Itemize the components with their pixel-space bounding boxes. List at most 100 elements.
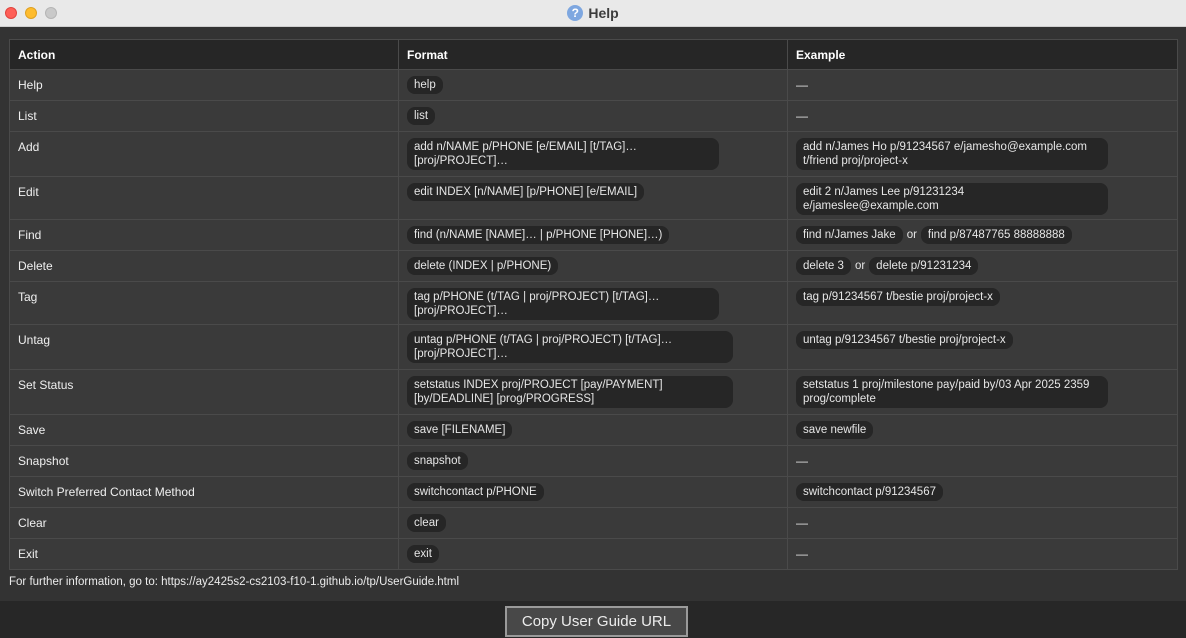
table-row: Snapshot snapshot — — [9, 445, 1178, 477]
further-info-text: For further information, go to: https://… — [9, 576, 460, 588]
table-row: Exit exit — — [9, 538, 1178, 570]
format-code: switchcontact p/PHONE — [407, 483, 544, 501]
window-title-group: ? Help — [0, 4, 1186, 22]
table-row: Save save [FILENAME] save newfile — [9, 414, 1178, 446]
example-code: add n/James Ho p/91234567 e/jamesho@exam… — [796, 138, 1108, 170]
no-example-dash: — — [796, 109, 808, 123]
format-code: snapshot — [407, 452, 468, 470]
table-row: Clear clear — — [9, 507, 1178, 539]
format-code: find (n/NAME [NAME]… | p/PHONE [PHONE]…) — [407, 226, 670, 244]
help-window: ? Help Action Format Example Help help — Li… — [0, 0, 1186, 638]
example-cell: — — [787, 507, 1178, 539]
column-header-example: Example — [787, 39, 1178, 70]
action-cell: Switch Preferred Contact Method — [9, 476, 399, 508]
format-code: list — [407, 107, 436, 125]
format-cell: find (n/NAME [NAME]… | p/PHONE [PHONE]…) — [398, 219, 788, 251]
table-header-row: Action Format Example — [9, 39, 1178, 70]
format-cell: clear — [398, 507, 788, 539]
format-code: save [FILENAME] — [407, 421, 513, 439]
example-code: delete 3 — [796, 257, 851, 275]
example-code: find n/James Jake — [796, 226, 903, 244]
format-code: untag p/PHONE (t/TAG | proj/PROJECT) [t/… — [407, 331, 733, 363]
format-cell: add n/NAME p/PHONE [e/EMAIL] [t/TAG]… [p… — [398, 131, 788, 177]
format-cell: delete (INDEX | p/PHONE) — [398, 250, 788, 282]
table-row: Switch Preferred Contact Method switchcon… — [9, 476, 1178, 508]
action-cell: Help — [9, 69, 399, 101]
example-code: edit 2 n/James Lee p/91231234 e/jameslee… — [796, 183, 1108, 215]
action-cell: Clear — [9, 507, 399, 539]
action-cell: Edit — [9, 176, 399, 220]
format-code: exit — [407, 545, 439, 563]
format-cell: snapshot — [398, 445, 788, 477]
format-cell: tag p/PHONE (t/TAG | proj/PROJECT) [t/TA… — [398, 281, 788, 325]
table-row: List list — — [9, 100, 1178, 132]
example-cell: find n/James Jake or find p/87487765 88888… — [787, 219, 1178, 251]
no-example-dash: — — [796, 547, 808, 561]
action-cell: Set Status — [9, 369, 399, 415]
example-cell: — — [787, 69, 1178, 101]
help-content: Action Format Example Help help — List list —… — [0, 27, 1186, 601]
example-cell: untag p/91234567 t/bestie proj/project-x — [787, 324, 1178, 370]
example-code: save newfile — [796, 421, 874, 439]
or-separator: or — [854, 260, 866, 272]
table-row: Tag tag p/PHONE (t/TAG | proj/PROJECT) [t… — [9, 281, 1178, 325]
action-cell: Exit — [9, 538, 399, 570]
table-row: Find find (n/NAME [NAME]… | p/PHONE [PHON… — [9, 219, 1178, 251]
copy-user-guide-url-button[interactable]: Copy User Guide URL — [505, 606, 688, 637]
example-cell: — — [787, 445, 1178, 477]
or-separator: or — [906, 229, 917, 241]
table-row: Untag untag p/PHONE (t/TAG | proj/PROJECT… — [9, 324, 1178, 370]
example-code: find p/87487765 88888888 — [920, 226, 1072, 244]
format-cell: edit INDEX [n/NAME] [p/PHONE] [e/EMAIL] — [398, 176, 788, 220]
format-code: tag p/PHONE (t/TAG | proj/PROJECT) [t/TA… — [407, 288, 719, 320]
no-example-dash: — — [796, 78, 808, 92]
table-row: Edit edit INDEX [n/NAME] [p/PHONE] [e/EMA… — [9, 176, 1178, 220]
format-code: clear — [407, 514, 446, 532]
table-row: Delete delete (INDEX | p/PHONE) delete 3 or… — [9, 250, 1178, 282]
example-code: switchcontact p/91234567 — [796, 483, 943, 501]
table-row: Help help — — [9, 69, 1178, 101]
action-cell: List — [9, 100, 399, 132]
table-row: Set Status setstatus INDEX proj/PROJECT [… — [9, 369, 1178, 415]
no-example-dash: — — [796, 454, 808, 468]
action-cell: Tag — [9, 281, 399, 325]
format-cell: switchcontact p/PHONE — [398, 476, 788, 508]
action-cell: Delete — [9, 250, 399, 282]
format-code: setstatus INDEX proj/PROJECT [pay/PAYMEN… — [407, 376, 733, 408]
format-cell: help — [398, 69, 788, 101]
column-header-format: Format — [398, 39, 788, 70]
example-code: delete p/91231234 — [869, 257, 979, 275]
action-cell: Find — [9, 219, 399, 251]
action-cell: Save — [9, 414, 399, 446]
action-cell: Add — [9, 131, 399, 177]
format-cell: untag p/PHONE (t/TAG | proj/PROJECT) [t/… — [398, 324, 788, 370]
column-header-action: Action — [9, 39, 399, 70]
example-cell: save newfile — [787, 414, 1178, 446]
help-question-icon: ? — [567, 5, 584, 21]
format-code: edit INDEX [n/NAME] [p/PHONE] [e/EMAIL] — [407, 183, 645, 201]
bottom-bar: Copy User Guide URL — [0, 601, 1186, 638]
command-table: Action Format Example Help help — List list —… — [9, 39, 1178, 570]
example-cell: — — [787, 538, 1178, 570]
format-code: help — [407, 76, 443, 94]
title-bar: ? Help — [0, 0, 1186, 27]
example-cell: edit 2 n/James Lee p/91231234 e/jameslee… — [787, 176, 1178, 220]
example-cell: tag p/91234567 t/bestie proj/project-x — [787, 281, 1178, 325]
example-code: setstatus 1 proj/milestone pay/paid by/0… — [796, 376, 1108, 408]
format-cell: exit — [398, 538, 788, 570]
format-cell: save [FILENAME] — [398, 414, 788, 446]
example-cell: add n/James Ho p/91234567 e/jamesho@exam… — [787, 131, 1178, 177]
action-cell: Untag — [9, 324, 399, 370]
format-cell: setstatus INDEX proj/PROJECT [pay/PAYMEN… — [398, 369, 788, 415]
window-title: Help — [588, 5, 619, 21]
action-cell: Snapshot — [9, 445, 399, 477]
format-code: add n/NAME p/PHONE [e/EMAIL] [t/TAG]… [p… — [407, 138, 719, 170]
format-cell: list — [398, 100, 788, 132]
example-cell: switchcontact p/91234567 — [787, 476, 1178, 508]
no-example-dash: — — [796, 516, 808, 530]
table-body: Help help — List list — Add add n/NAME p/PHONE … — [9, 69, 1178, 570]
example-code: tag p/91234567 t/bestie proj/project-x — [796, 288, 1000, 306]
example-code: untag p/91234567 t/bestie proj/project-x — [796, 331, 1013, 349]
table-row: Add add n/NAME p/PHONE [e/EMAIL] [t/TAG]…… — [9, 131, 1178, 177]
example-cell: delete 3 or delete p/91231234 — [787, 250, 1178, 282]
